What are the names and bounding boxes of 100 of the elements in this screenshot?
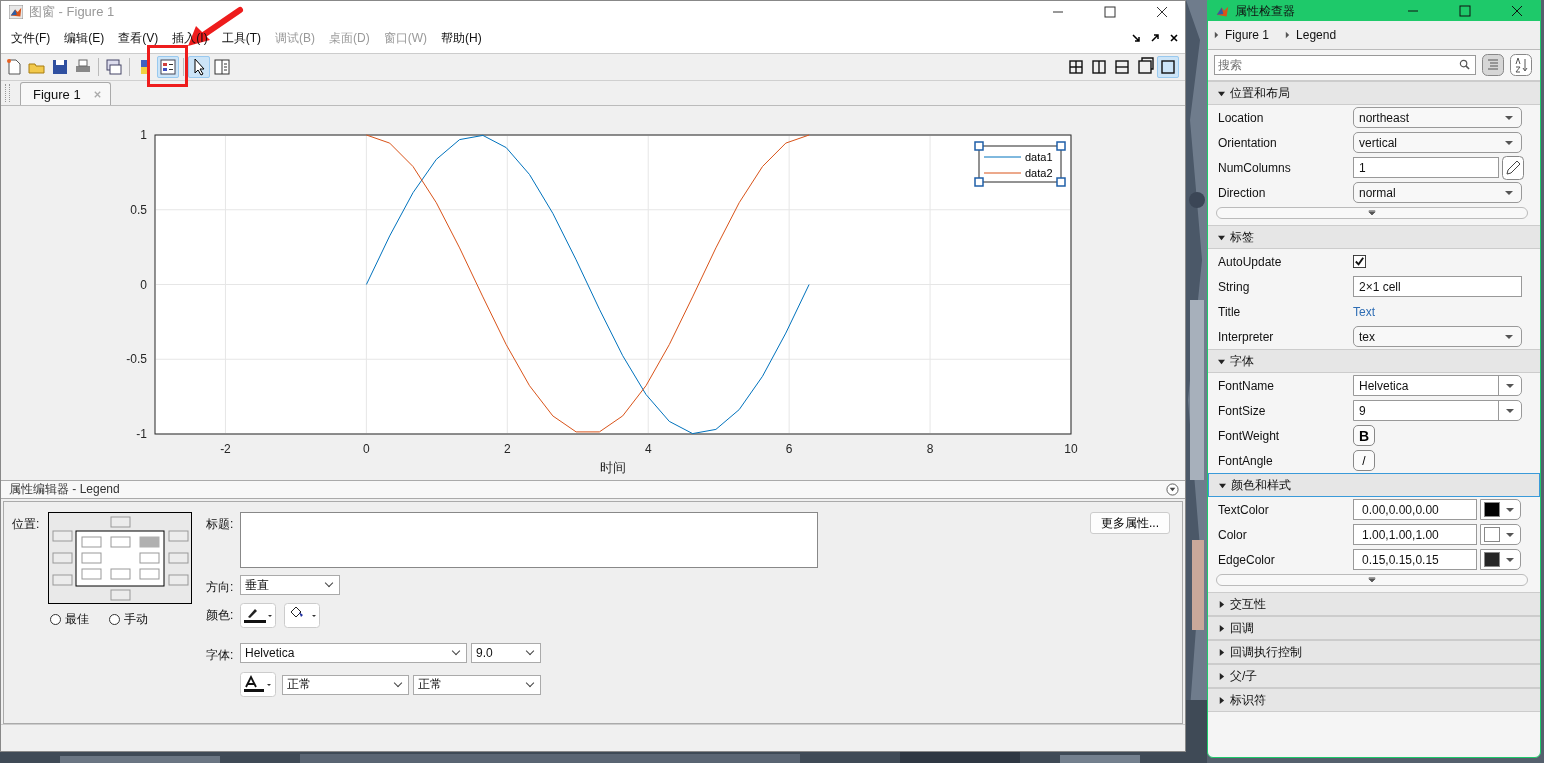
location-cell[interactable] — [168, 574, 189, 586]
location-cell[interactable] — [110, 536, 131, 548]
x-tick-label: 2 — [503, 442, 511, 456]
collapse-icon[interactable] — [1166, 483, 1179, 496]
pointer-icon[interactable] — [188, 56, 210, 78]
title-text-area[interactable] — [240, 512, 818, 568]
undock-arrow-icon[interactable] — [1150, 33, 1160, 43]
expanded-arrow-icon — [1218, 89, 1225, 97]
single-layout-icon[interactable] — [1157, 56, 1179, 78]
color-picker[interactable] — [1480, 549, 1521, 570]
legend-icon[interactable] — [157, 56, 179, 78]
menu-item[interactable]: 文件(F) — [5, 29, 57, 47]
property-label: Interpreter — [1218, 329, 1275, 344]
location-cell[interactable] — [139, 552, 160, 564]
property-dropdown[interactable]: normal — [1353, 182, 1522, 203]
fill-color-button[interactable] — [284, 603, 320, 628]
font-name-dropdown[interactable]: Helvetica — [240, 643, 467, 663]
dropdown-arrow-icon — [1505, 116, 1513, 120]
property-field[interactable]: 1 — [1353, 157, 1499, 178]
location-cell[interactable] — [52, 574, 73, 586]
breadcrumb[interactable]: Legend — [1296, 28, 1337, 42]
more-properties-button[interactable]: 更多属性... — [1090, 512, 1170, 534]
direction-dropdown[interactable]: 垂直 — [240, 575, 340, 595]
x-tick-label: 0 — [363, 442, 370, 456]
pencil-icon[interactable] — [1502, 155, 1524, 180]
color-picker[interactable] — [1480, 499, 1521, 520]
section-header[interactable]: 父/子 — [1208, 664, 1540, 688]
figure-tab[interactable]: Figure 1 — [20, 82, 111, 105]
section-header[interactable]: 字体 — [1208, 349, 1540, 373]
location-cell[interactable] — [139, 568, 160, 580]
toggle-button[interactable]: / — [1353, 450, 1375, 471]
section-header[interactable]: 回调 — [1208, 616, 1540, 640]
section-header[interactable]: 颜色和样式 — [1208, 473, 1540, 497]
field-label: 颜色: — [206, 607, 235, 624]
selection-handle[interactable] — [974, 177, 984, 187]
collapsed-arrow-icon — [1218, 672, 1225, 680]
menu-item[interactable]: 帮助(H) — [435, 29, 488, 47]
collapsed-arrow-icon — [1218, 696, 1225, 704]
property-label: Location — [1218, 110, 1265, 125]
location-cell[interactable] — [139, 536, 160, 548]
search-field[interactable]: 搜索 — [1214, 55, 1476, 75]
location-cell[interactable] — [110, 589, 131, 601]
property-label: FontAngle — [1218, 453, 1274, 468]
dropdown-arrow-icon[interactable] — [1506, 409, 1514, 413]
grouped-list-button[interactable] — [1482, 54, 1504, 76]
location-cell[interactable] — [52, 530, 73, 542]
property-field[interactable]: 1.00,1.00,1.00 — [1353, 524, 1477, 545]
menu-item[interactable]: 编辑(E) — [58, 29, 111, 47]
font-size-dropdown[interactable]: 9.0 — [471, 643, 541, 663]
location-cell[interactable] — [81, 568, 102, 580]
location-cell[interactable] — [52, 552, 73, 564]
radio-button[interactable]: 手动 — [109, 611, 148, 628]
breadcrumb[interactable]: Figure 1 — [1225, 28, 1270, 42]
font-color-button[interactable] — [240, 672, 276, 697]
section-header[interactable]: 回调执行控制 — [1208, 640, 1540, 664]
section-header[interactable]: 标签 — [1208, 225, 1540, 249]
property-combo-box[interactable]: Helvetica — [1353, 375, 1522, 396]
legend-box[interactable] — [978, 145, 1062, 183]
menu-item[interactable]: 查看(V) — [112, 29, 165, 47]
property-dropdown[interactable]: tex — [1353, 326, 1522, 347]
selection-handle[interactable] — [1056, 141, 1066, 151]
property-dropdown[interactable]: vertical — [1353, 132, 1522, 153]
property-label: Color — [1218, 527, 1248, 542]
font-weight-dropdown[interactable]: 正常 — [282, 674, 409, 695]
edge-color-button[interactable] — [240, 603, 276, 628]
location-cell[interactable] — [168, 530, 189, 542]
expanded-arrow-icon — [1219, 481, 1226, 489]
selection-handle[interactable] — [974, 141, 984, 151]
property-field[interactable]: 0.00,0.00,0.00 — [1353, 499, 1477, 520]
toggle-button[interactable]: B — [1353, 425, 1375, 446]
property-field[interactable]: 2×1 cell — [1353, 276, 1522, 297]
close-icon[interactable] — [1169, 33, 1179, 43]
dropdown-arrow-icon[interactable] — [1506, 384, 1514, 388]
radio-button[interactable]: 最佳 — [50, 611, 89, 628]
color-picker[interactable] — [1480, 524, 1521, 545]
location-cell[interactable] — [81, 536, 102, 548]
location-cell[interactable] — [110, 516, 131, 528]
sort-az-button[interactable] — [1510, 54, 1532, 76]
dropdown-arrow-icon — [1505, 335, 1513, 339]
expand-arrow-icon — [1368, 210, 1376, 216]
location-cell[interactable] — [81, 552, 102, 564]
property-dropdown[interactable]: northeast — [1353, 107, 1522, 128]
checkbox[interactable] — [1353, 255, 1366, 268]
menu-item[interactable]: 工具(T) — [215, 29, 267, 47]
property-label: Direction — [1218, 185, 1267, 200]
dock-arrow-icon[interactable] — [1131, 33, 1141, 43]
property-field[interactable]: 0.15,0.15,0.15 — [1353, 549, 1477, 570]
panel-title: 属性编辑器 - Legend — [9, 481, 120, 498]
property-combo-box[interactable]: 9 — [1353, 400, 1522, 421]
x-tick-label: 10 — [1064, 442, 1078, 456]
section-header[interactable]: 位置和布局 — [1208, 81, 1540, 105]
section-header[interactable]: 标识符 — [1208, 688, 1540, 712]
selection-handle[interactable] — [1056, 177, 1066, 187]
location-cell[interactable] — [168, 552, 189, 564]
location-picker[interactable] — [48, 512, 192, 604]
section-header[interactable]: 交互性 — [1208, 592, 1540, 616]
font-angle-dropdown[interactable]: 正常 — [413, 674, 541, 695]
property-link[interactable]: Text — [1353, 304, 1375, 319]
location-cell[interactable] — [110, 568, 131, 580]
linked-windows-icon[interactable] — [103, 56, 125, 78]
